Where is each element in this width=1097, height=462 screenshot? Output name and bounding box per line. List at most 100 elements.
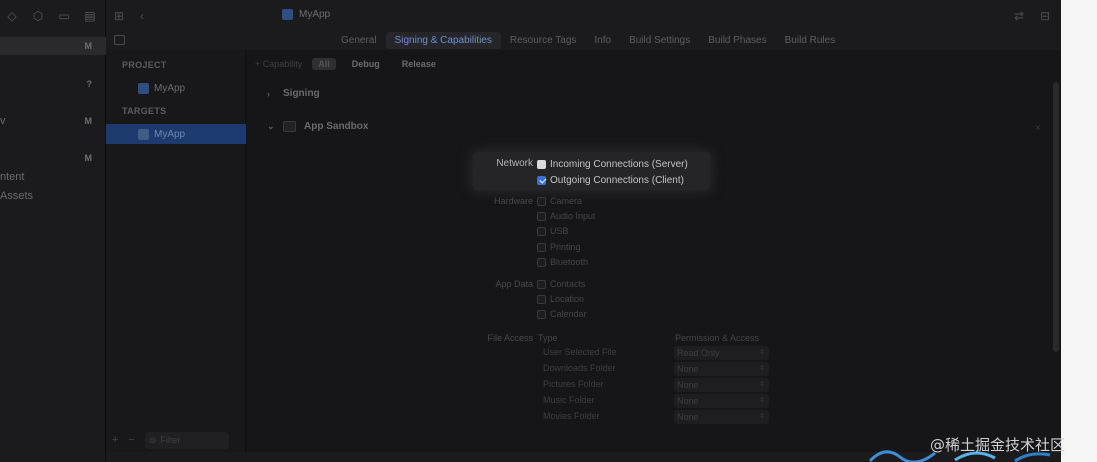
file-access-row: Movies Folder None ⇕: [537, 409, 769, 425]
config-debug-button[interactable]: Debug: [346, 58, 386, 70]
remove-icon[interactable]: −: [128, 434, 134, 446]
add-capability-button[interactable]: + Capability: [255, 59, 302, 69]
filter-field[interactable]: ⊜ Filter: [144, 431, 229, 449]
tab-general[interactable]: General: [332, 32, 386, 49]
incoming-connections-label: Incoming Connections (Server): [550, 158, 688, 170]
related-items-icon[interactable]: ⇄: [1014, 9, 1024, 23]
outgoing-connections-checkbox[interactable]: [537, 175, 546, 185]
camera-checkbox[interactable]: [537, 196, 546, 206]
navigator-row[interactable]: M: [0, 149, 106, 167]
target-item[interactable]: MyApp: [106, 124, 246, 144]
navigator-row[interactable]: M: [0, 37, 106, 55]
app-sandbox-section[interactable]: ⌄ App Sandbox: [267, 121, 368, 132]
file-access-row: User Selected File Read Only ⇕: [537, 345, 769, 361]
bluetooth-label: Bluetooth: [550, 257, 589, 267]
audio-input-checkbox[interactable]: [537, 211, 546, 221]
remove-capability-icon[interactable]: ×: [1035, 123, 1041, 134]
permission-select[interactable]: Read Only ⇕: [674, 346, 769, 360]
printing-checkbox[interactable]: [537, 242, 546, 252]
report-icon[interactable]: ▤: [83, 9, 97, 23]
app-sandbox-title: App Sandbox: [304, 121, 369, 132]
sidebar-toggle-icon[interactable]: [114, 35, 125, 45]
diamond-icon[interactable]: ◇: [5, 9, 19, 23]
tab-build-phases[interactable]: Build Phases: [699, 32, 775, 49]
permission-value: None: [677, 396, 699, 406]
contacts-checkbox[interactable]: [537, 279, 546, 289]
grid-icon[interactable]: ⊞: [114, 9, 124, 23]
contacts-option[interactable]: Contacts: [537, 277, 586, 291]
editor-tab-bar: General Signing & Capabilities Resource …: [106, 32, 1061, 50]
navigator-row-label: ntent: [0, 171, 25, 183]
navigator-row-label: v: [0, 115, 6, 127]
printing-option[interactable]: Printing: [537, 240, 581, 254]
stepper-icon: ⇕: [759, 413, 765, 420]
audio-input-option[interactable]: Audio Input: [537, 209, 596, 223]
contacts-label: Contacts: [550, 279, 586, 289]
app-icon: [282, 9, 293, 20]
permission-select[interactable]: None ⇕: [674, 362, 769, 376]
editor-toolbar: ⊞ ‹ MyApp ⇄ ⊟: [106, 0, 1061, 32]
project-item[interactable]: MyApp: [106, 78, 246, 98]
permission-select[interactable]: None ⇕: [674, 378, 769, 392]
config-release-button[interactable]: Release: [396, 58, 442, 70]
calendar-option[interactable]: Calendar: [537, 307, 587, 321]
navigator-row[interactable]: ntent: [0, 168, 106, 186]
app-data-label: App Data: [495, 279, 533, 289]
breadcrumb-project[interactable]: MyApp: [299, 9, 330, 20]
outgoing-connections-label: Outgoing Connections (Client): [550, 174, 684, 186]
tab-build-settings[interactable]: Build Settings: [620, 32, 699, 49]
camera-option[interactable]: Camera: [537, 194, 582, 208]
location-checkbox[interactable]: [537, 294, 546, 304]
camera-label: Camera: [550, 196, 583, 206]
tab-resource-tags[interactable]: Resource Tags: [501, 32, 586, 49]
tag-icon[interactable]: ▭: [57, 9, 71, 23]
tab-build-rules[interactable]: Build Rules: [776, 32, 845, 49]
incoming-connections-checkbox[interactable]: [537, 159, 546, 169]
calendar-label: Calendar: [550, 309, 587, 319]
vertical-scrollbar[interactable]: [1053, 82, 1059, 352]
printing-label: Printing: [550, 242, 581, 252]
incoming-connections-option[interactable]: Incoming Connections (Server): [537, 157, 688, 171]
usb-checkbox[interactable]: [537, 226, 546, 236]
permission-value: None: [677, 364, 699, 374]
file-access-label: File Access: [487, 333, 533, 343]
file-access-type: Downloads Folder: [543, 363, 616, 373]
bluetooth-option[interactable]: Bluetooth: [537, 255, 588, 269]
tab-signing-capabilities[interactable]: Signing & Capabilities: [385, 32, 501, 49]
permission-select[interactable]: None ⇕: [674, 410, 769, 424]
add-icon[interactable]: +: [112, 434, 118, 446]
project-section-header: PROJECT: [122, 60, 167, 70]
file-access-row: Music Folder None ⇕: [537, 393, 769, 409]
permission-value: None: [677, 412, 699, 422]
tab-info[interactable]: Info: [585, 32, 620, 49]
signing-section-title: Signing: [283, 88, 320, 99]
calendar-checkbox[interactable]: [537, 309, 546, 319]
navigator-row[interactable]: Assets: [0, 187, 106, 205]
file-access-row: Downloads Folder None ⇕: [537, 361, 769, 377]
outgoing-connections-option[interactable]: Outgoing Connections (Client): [537, 173, 684, 187]
breakpoint-icon[interactable]: ⬡: [31, 9, 45, 23]
watermark-text: @稀土掘金技术社区: [930, 436, 1066, 454]
inspector-pane: [1061, 0, 1097, 462]
location-option[interactable]: Location: [537, 292, 584, 306]
usb-option[interactable]: USB: [537, 224, 569, 238]
file-access-type: Pictures Folder: [543, 379, 604, 389]
config-all-button[interactable]: All: [312, 58, 336, 70]
bluetooth-checkbox[interactable]: [537, 257, 546, 267]
targets-section-header: TARGETS: [122, 106, 167, 116]
location-label: Location: [550, 294, 585, 304]
stepper-icon: ⇕: [759, 349, 765, 356]
status-badge: M: [84, 41, 93, 51]
chevron-right-icon: ›: [267, 88, 270, 99]
project-target-list: PROJECT MyApp TARGETS MyApp + − ⊜ Filter: [106, 50, 246, 462]
signing-section[interactable]: › Signing: [267, 88, 320, 99]
settings-tabs: General Signing & Capabilities Resource …: [332, 32, 844, 49]
target-item-label: MyApp: [154, 128, 186, 140]
breadcrumb[interactable]: MyApp: [282, 9, 330, 20]
back-icon[interactable]: ‹: [140, 9, 144, 23]
permission-select[interactable]: None ⇕: [674, 394, 769, 408]
split-editor-icon[interactable]: ⊟: [1040, 9, 1050, 23]
navigator-row[interactable]: ?: [0, 75, 106, 93]
hardware-label: Hardware: [493, 196, 533, 206]
navigator-row[interactable]: v M: [0, 112, 106, 130]
